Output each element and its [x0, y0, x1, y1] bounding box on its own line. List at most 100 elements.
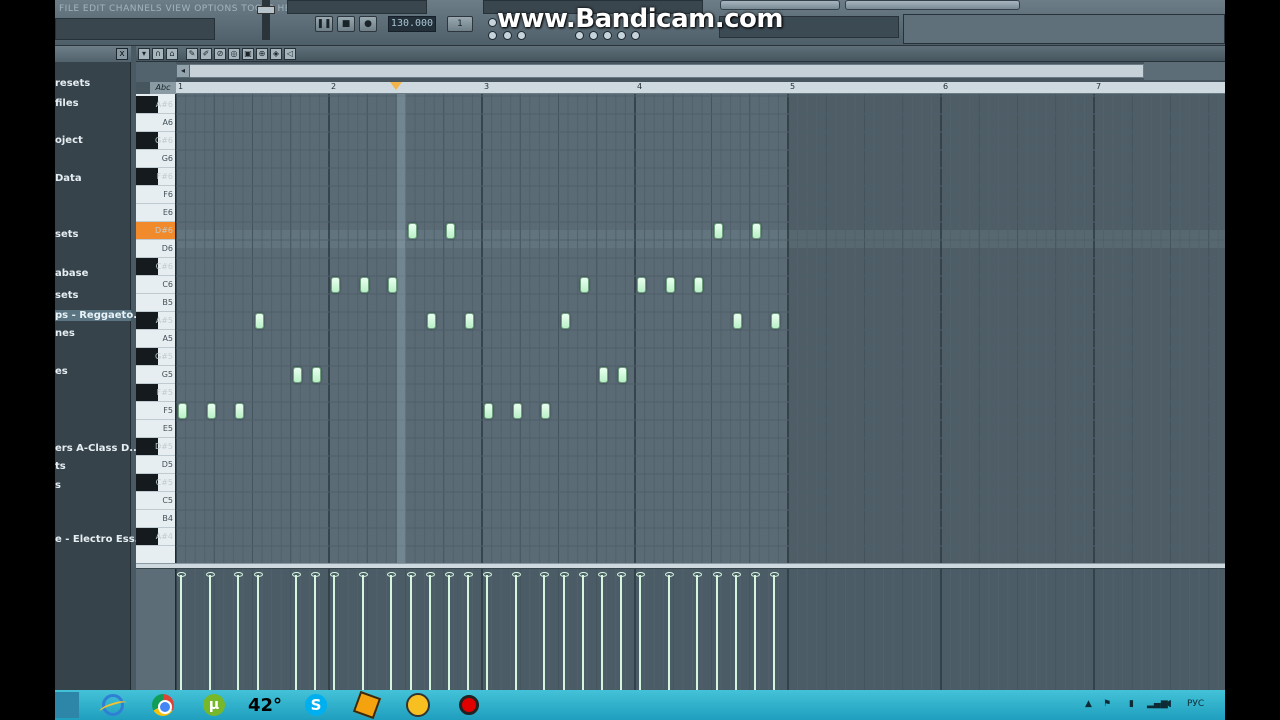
piano-key[interactable]: G#5: [136, 348, 175, 366]
velocity-bar[interactable]: [581, 575, 584, 690]
velocity-bar[interactable]: [294, 575, 297, 690]
piano-key[interactable]: G5: [136, 366, 175, 384]
velocity-bar[interactable]: [514, 575, 517, 690]
browser-item[interactable]: oject: [55, 135, 83, 146]
note[interactable]: [311, 367, 321, 383]
browser-item[interactable]: ts: [55, 461, 66, 472]
velocity-bar[interactable]: [428, 575, 431, 690]
velocity-lane[interactable]: [176, 569, 1225, 690]
close-icon[interactable]: x: [116, 48, 128, 60]
browser-item[interactable]: sets: [55, 229, 78, 240]
menu-arrow-icon[interactable]: ▾: [138, 48, 150, 60]
piano-key[interactable]: D6: [136, 240, 175, 258]
piano-key[interactable]: D#6: [136, 222, 175, 240]
velocity-bar[interactable]: [361, 575, 364, 690]
browser-item[interactable]: es: [55, 366, 68, 377]
piano-key[interactable]: G6: [136, 150, 175, 168]
option-circle-1[interactable]: [488, 18, 497, 27]
tray-arrow-icon[interactable]: ▲: [1085, 699, 1092, 709]
note[interactable]: [751, 223, 761, 239]
velocity-bar[interactable]: [562, 575, 565, 690]
note[interactable]: [407, 223, 417, 239]
browser-item[interactable]: ers A-Class D...: [55, 443, 141, 454]
note[interactable]: [713, 223, 723, 239]
velocity-bar[interactable]: [696, 575, 699, 690]
velocity-bar[interactable]: [543, 575, 546, 690]
start-area[interactable]: [55, 692, 79, 718]
note[interactable]: [464, 313, 474, 329]
piano-key[interactable]: A6: [136, 114, 175, 132]
velocity-bar[interactable]: [619, 575, 622, 690]
piano-key[interactable]: D5: [136, 456, 175, 474]
browser-item[interactable]: e - Electro Ess...: [55, 534, 146, 545]
note[interactable]: [445, 223, 455, 239]
piano-key[interactable]: F#6: [136, 168, 175, 186]
browser-item[interactable]: resets: [55, 78, 90, 89]
note[interactable]: [206, 403, 216, 419]
tray-flag-icon[interactable]: ⚑: [1103, 699, 1111, 709]
skype-taskbar-button[interactable]: S: [296, 692, 336, 718]
mute-icon[interactable]: ◎: [228, 48, 240, 60]
velocity-bar[interactable]: [180, 575, 182, 690]
master-volume-knob[interactable]: [257, 6, 275, 14]
select-icon[interactable]: ▣: [242, 48, 254, 60]
browser-item[interactable]: abase: [55, 268, 88, 279]
piano-key[interactable]: A#4: [136, 528, 175, 546]
chord-mode-button[interactable]: Abc: [150, 82, 176, 94]
note[interactable]: [694, 277, 704, 293]
tray-language[interactable]: РУС: [1187, 699, 1204, 709]
piano-key[interactable]: F#5: [136, 384, 175, 402]
velocity-bar[interactable]: [256, 575, 259, 690]
velocity-bar[interactable]: [208, 575, 211, 690]
note[interactable]: [254, 313, 264, 329]
piano-key[interactable]: F5: [136, 402, 175, 420]
velocity-bar[interactable]: [772, 575, 775, 690]
velocity-bar[interactable]: [447, 575, 450, 690]
pause-button[interactable]: ❚❚: [315, 16, 333, 32]
fl-studio-taskbar-button[interactable]: [347, 690, 387, 720]
browser-item[interactable]: s: [55, 480, 61, 491]
browser-item[interactable]: Data: [55, 173, 82, 184]
note[interactable]: [512, 403, 522, 419]
velocity-bar[interactable]: [313, 575, 316, 690]
note[interactable]: [770, 313, 780, 329]
window-shortcuts-row-2[interactable]: [845, 0, 1020, 10]
velocity-bar[interactable]: [409, 575, 412, 690]
piano-key[interactable]: B4: [136, 510, 175, 528]
note-grid[interactable]: [176, 94, 1225, 563]
utorrent-taskbar-button[interactable]: µ: [194, 692, 234, 718]
note[interactable]: [617, 367, 627, 383]
note[interactable]: [637, 277, 646, 293]
zoom-icon[interactable]: ⊕: [256, 48, 268, 60]
browser-item[interactable]: nes: [55, 328, 75, 339]
note[interactable]: [732, 313, 742, 329]
piano-keyboard[interactable]: A#6 A6 G#6 G6 F#6 F6 E6 D#6 D6 C#6 C6 B5 A#5 A5 G#5 G5 F…: [136, 94, 176, 563]
note[interactable]: [292, 367, 302, 383]
browser-item[interactable]: sets: [55, 290, 78, 301]
velocity-bar[interactable]: [390, 575, 393, 690]
tray-volume-icon[interactable]: ◖: [1167, 699, 1172, 709]
velocity-bar[interactable]: [486, 575, 488, 690]
velocity-bar[interactable]: [639, 575, 641, 690]
note[interactable]: [560, 313, 570, 329]
notes-taskbar-button[interactable]: [398, 692, 438, 718]
note[interactable]: [178, 403, 187, 419]
note[interactable]: [235, 403, 245, 419]
piano-key[interactable]: A5: [136, 330, 175, 348]
piano-key[interactable]: D#5: [136, 438, 175, 456]
velocity-bar[interactable]: [753, 575, 756, 690]
velocity-bar[interactable]: [715, 575, 718, 690]
piano-key[interactable]: F6: [136, 186, 175, 204]
browser-item[interactable]: ps - Reggaeto...: [55, 310, 145, 321]
velocity-bar[interactable]: [466, 575, 469, 690]
magnet-icon[interactable]: ∩: [152, 48, 164, 60]
playhead-marker-icon[interactable]: [390, 82, 402, 90]
note[interactable]: [359, 277, 369, 293]
velocity-bar[interactable]: [237, 575, 240, 690]
note[interactable]: [484, 403, 493, 419]
piano-key[interactable]: C6: [136, 276, 175, 294]
playback-icon[interactable]: ◈: [270, 48, 282, 60]
velocity-bar[interactable]: [600, 575, 603, 690]
speaker-icon[interactable]: ◁: [284, 48, 296, 60]
piano-key[interactable]: C#6: [136, 258, 175, 276]
